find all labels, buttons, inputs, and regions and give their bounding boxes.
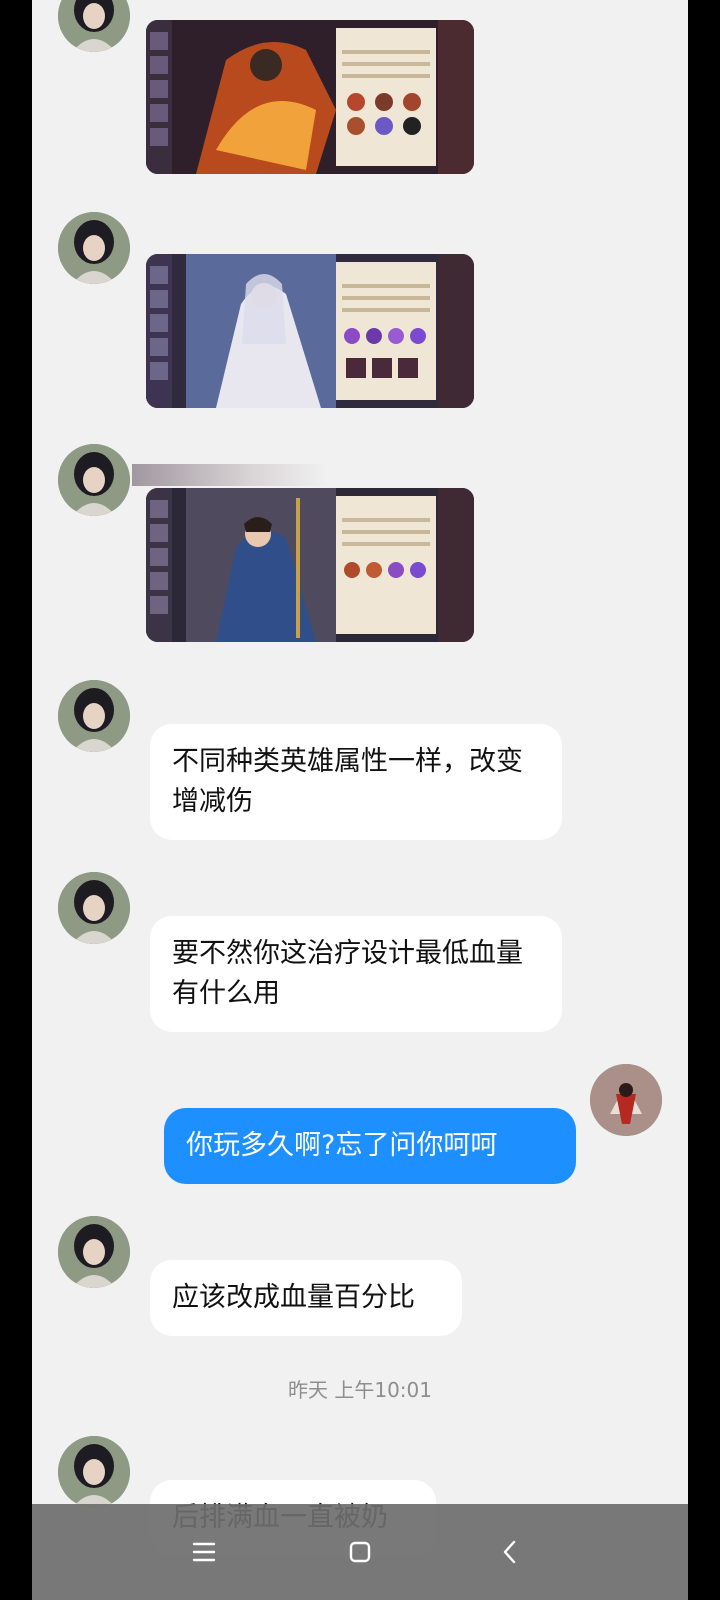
- avatar-other[interactable]: [58, 1216, 130, 1288]
- message-bubble[interactable]: 要不然你这治疗设计最低血量有什么用: [150, 916, 562, 1032]
- navigation-bar: [32, 1504, 688, 1600]
- message-bubble[interactable]: 应该改成血量百分比: [150, 1260, 462, 1336]
- avatar-other[interactable]: [58, 1436, 130, 1508]
- timestamp: 昨天 上午10:01: [288, 1378, 432, 1402]
- avatar-other[interactable]: [58, 680, 130, 752]
- avatar-self[interactable]: [590, 1064, 662, 1136]
- avatar-other[interactable]: [58, 0, 130, 52]
- image-message[interactable]: [146, 20, 474, 174]
- image-message[interactable]: [146, 254, 474, 408]
- image-message[interactable]: [146, 488, 474, 642]
- screen-edge: [688, 0, 720, 1600]
- message-bubble[interactable]: 不同种类英雄属性一样，改变增减伤: [150, 724, 562, 840]
- menu-icon[interactable]: [184, 1532, 224, 1572]
- home-square-icon[interactable]: [340, 1532, 380, 1572]
- avatar-other[interactable]: [58, 212, 130, 284]
- message-bubble-self[interactable]: 你玩多久啊?忘了问你呵呵: [164, 1108, 576, 1184]
- avatar-other[interactable]: [58, 872, 130, 944]
- sender-name-blurred: [132, 464, 328, 486]
- avatar-other[interactable]: [58, 444, 130, 516]
- back-chevron-icon[interactable]: [490, 1532, 530, 1572]
- chat-area[interactable]: 不同种类英雄属性一样，改变增减伤 要不然你这治疗设计最低血量有什么用 你玩多久啊…: [32, 0, 688, 1600]
